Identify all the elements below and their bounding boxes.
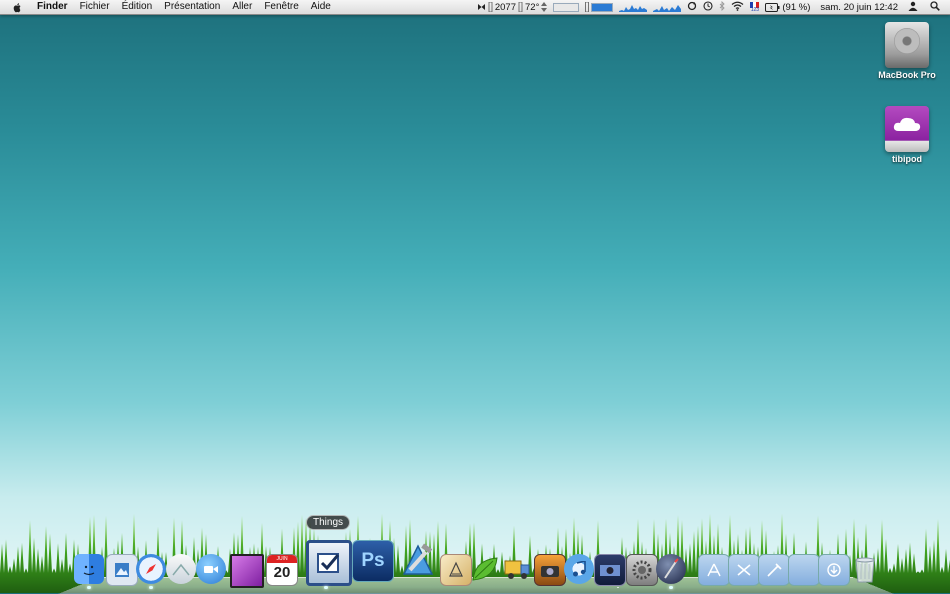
photoshop-icon[interactable]: Ps <box>352 540 394 582</box>
spotlight-search-icon[interactable] <box>924 0 946 14</box>
menu-bar: Finder Fichier Édition Présentation Alle… <box>0 0 950 15</box>
ical-day: 20 <box>273 564 291 581</box>
wifi-icon[interactable] <box>731 1 744 14</box>
running-indicator <box>669 586 673 589</box>
thermometer-icon <box>518 2 523 12</box>
iphoto-icon[interactable] <box>534 554 566 586</box>
user-icon[interactable] <box>908 1 918 14</box>
ical-month: JUIN <box>267 555 297 563</box>
menu-fichier[interactable]: Fichier <box>74 0 116 14</box>
input-source-badge: 123 <box>750 6 760 13</box>
leaf-icon[interactable] <box>470 554 500 584</box>
sync-icon[interactable] <box>687 1 697 14</box>
transmit-icon[interactable] <box>502 554 532 584</box>
ichat-icon[interactable] <box>196 554 226 584</box>
battery-percent: (91 %) <box>782 1 811 13</box>
battery-status[interactable]: (91 %) <box>765 2 810 13</box>
ical-icon[interactable]: JUIN 20 <box>266 554 298 586</box>
time-machine-icon[interactable] <box>703 0 713 14</box>
battery-icon <box>765 2 780 12</box>
gauge-icon <box>488 2 493 12</box>
memory-meter[interactable] <box>553 2 580 12</box>
pages-icon[interactable] <box>440 554 472 586</box>
desktop-icon-macbook-pro[interactable]: MacBook Pro <box>872 22 942 80</box>
hard-drive-icon <box>885 22 929 68</box>
network-graph-icon <box>653 4 682 12</box>
dock-tooltip: Things <box>306 515 351 530</box>
disk-gauge-icon <box>585 2 590 12</box>
xcode-icon[interactable] <box>398 540 438 580</box>
pixelmator-icon[interactable] <box>656 554 686 584</box>
sketch-icon[interactable] <box>230 554 264 588</box>
menu-aller[interactable]: Aller <box>226 0 258 14</box>
system-preferences-icon[interactable] <box>626 554 658 586</box>
cpu-graph-icon <box>619 4 648 12</box>
input-source-menu[interactable]: 123 <box>750 1 760 13</box>
fan-icon <box>477 4 485 10</box>
utilities-folder-icon[interactable] <box>728 554 760 586</box>
finder-icon[interactable] <box>74 554 104 584</box>
desktop-icon-label: MacBook Pro <box>878 70 936 80</box>
cpu-graph[interactable] <box>619 3 648 12</box>
itunes-icon[interactable] <box>564 554 594 584</box>
updown-arrows-icon <box>541 2 548 12</box>
safari-icon[interactable] <box>136 554 166 584</box>
running-indicator <box>87 586 91 589</box>
disk-bar <box>591 2 614 12</box>
photoshop-label: Ps <box>361 550 385 571</box>
desktop-icon-tibipod[interactable]: tibipod <box>872 106 942 164</box>
mail-icon[interactable] <box>166 554 196 584</box>
developer-folder-icon[interactable] <box>758 554 790 586</box>
preview-icon[interactable] <box>106 554 138 586</box>
bluetooth-icon[interactable] <box>719 0 726 14</box>
running-indicator <box>324 586 328 589</box>
documents-folder-icon[interactable] <box>788 554 820 586</box>
clock[interactable]: sam. 20 juin 12:42 <box>816 2 902 13</box>
desktop-icon-label: tibipod <box>892 154 922 164</box>
menu-edition[interactable]: Édition <box>116 0 159 14</box>
dock: JUIN 20 Ps <box>70 538 890 589</box>
menu-fenetre[interactable]: Fenêtre <box>258 0 304 14</box>
menu-finder[interactable]: Finder <box>31 0 74 14</box>
memory-bar <box>553 2 580 12</box>
applications-folder-icon[interactable] <box>698 554 730 586</box>
idisk-icon <box>885 106 929 152</box>
photo-booth-icon[interactable] <box>594 554 626 586</box>
running-indicator <box>149 586 153 589</box>
fan-rpm: 2077 <box>494 1 516 13</box>
things-icon[interactable] <box>306 540 352 586</box>
downloads-folder-icon[interactable] <box>818 554 850 586</box>
menu-aide[interactable]: Aide <box>305 0 337 14</box>
apple-menu-icon[interactable] <box>12 2 23 13</box>
temperature: 72° <box>525 1 540 13</box>
smc-fan-status[interactable]: 2077 72° <box>477 2 548 13</box>
trash-icon[interactable] <box>850 554 880 584</box>
disk-meter[interactable] <box>585 2 614 12</box>
menu-presentation[interactable]: Présentation <box>158 0 226 14</box>
network-graph[interactable] <box>653 3 682 12</box>
